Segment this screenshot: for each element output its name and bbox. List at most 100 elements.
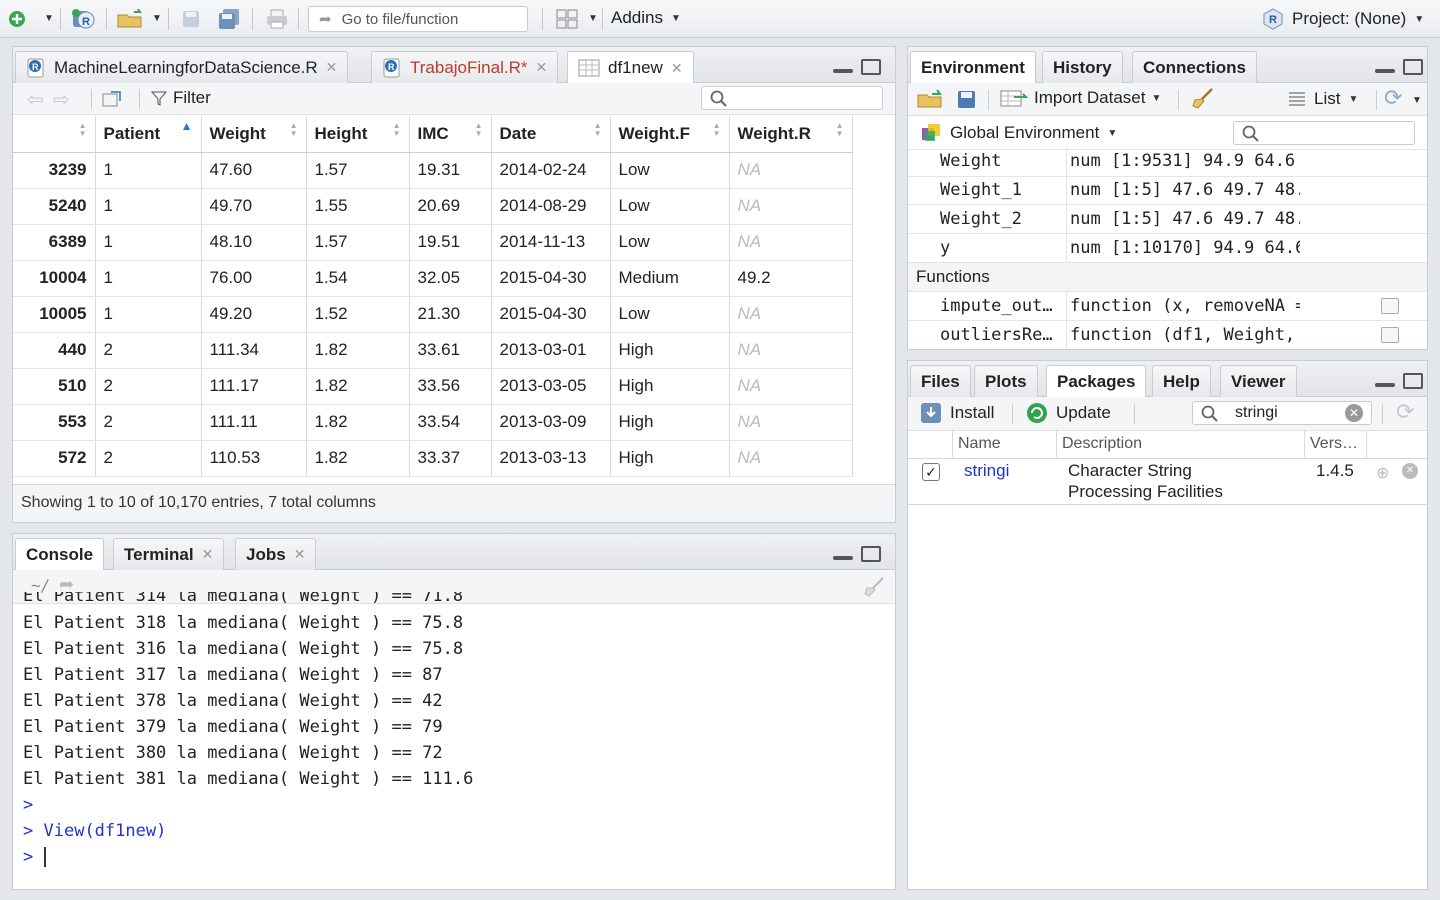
table-row[interactable]: 440 2 111.34 1.82 33.61 2013-03-01 High NA [13,332,853,369]
col-header-weight[interactable]: Weight ▲ ▼ [201,116,307,153]
open-folder-icon[interactable] [116,8,146,30]
col-header-name[interactable]: Name [958,435,1001,453]
table-row[interactable]: 510 2 111.17 1.82 33.56 2013-03-05 High NA [13,368,853,405]
tab-terminal[interactable]: Terminal ✕ [113,538,225,570]
minimize-icon[interactable] [1375,383,1395,387]
table-cell: 2 [95,368,202,405]
popout-icon[interactable] [101,89,123,109]
load-workspace-icon[interactable] [916,88,946,110]
save-icon[interactable] [180,8,202,30]
maximize-icon[interactable] [1403,59,1423,75]
tab-trabajo-final-r[interactable]: R TrabajoFinal.R* ✕ [371,51,559,83]
col-header-description[interactable]: Description [1062,435,1142,453]
chevron-down-icon[interactable]: ▼ [152,13,162,24]
refresh-icon[interactable]: ⟳ [1396,399,1414,425]
tab-df1new[interactable]: df1new ✕ [567,51,694,84]
close-icon[interactable]: ✕ [326,59,338,76]
tab-help[interactable]: Help [1152,365,1211,397]
close-icon[interactable]: ✕ [535,59,547,76]
tab-machine-learning-r[interactable]: R MachineLearningforDataScience.R ✕ [15,51,349,83]
env-function-row[interactable]: outliersRe… function (df1, Weight, Pati… [908,321,1427,349]
table-cell: 2015-04-30 [491,260,611,297]
minimize-icon[interactable] [1375,69,1395,73]
close-icon[interactable]: ✕ [671,60,683,77]
table-row[interactable]: 10005 1 49.20 1.52 21.30 2015-04-30 Low NA [13,296,853,333]
env-var-row[interactable]: Weight_2 num [1:5] 47.6 49.7 48.1 76 4… [908,205,1427,234]
new-project-icon[interactable]: R [70,8,98,30]
table-row[interactable]: 553 2 111.11 1.82 33.54 2013-03-09 High NA [13,404,853,441]
tab-viewer[interactable]: Viewer [1220,365,1297,397]
view-source-icon[interactable] [1381,327,1399,343]
tab-packages[interactable]: Packages [1046,365,1147,398]
refresh-icon[interactable]: ⟳ [1384,85,1402,111]
table-row[interactable]: 6389 1 48.10 1.57 19.51 2014-11-13 Low NA [13,224,853,261]
package-search-input[interactable]: stringi ✕ [1192,401,1372,425]
tab-files[interactable]: Files [910,365,971,397]
remove-package-icon[interactable]: ✕ [1402,463,1418,479]
new-file-icon[interactable] [6,8,28,30]
col-header-date[interactable]: Date ▲ ▼ [491,116,611,153]
save-workspace-icon[interactable] [956,89,978,111]
env-function-row[interactable]: impute_out… function (x, removeNA = TRU… [908,292,1427,321]
env-var-row[interactable]: Weight num [1:9531] 94.9 64.6 61.6 5… [908,147,1427,177]
package-name-link[interactable]: stringi [964,461,1009,481]
chevron-down-icon[interactable]: ▼ [44,13,54,24]
console-input-line[interactable]: > [23,844,895,870]
install-button[interactable]: Install [920,402,994,424]
env-var-row[interactable]: Weight_1 num [1:5] 47.6 49.7 48.1 76 4… [908,176,1427,205]
grid-layout-icon[interactable] [556,8,578,30]
tab-jobs[interactable]: Jobs ✕ [235,538,317,570]
tab-history[interactable]: History [1042,51,1123,83]
minimize-icon[interactable] [833,556,853,560]
project-menu[interactable]: R Project: (None) ▼ [1262,8,1424,30]
chevron-down-icon[interactable]: ▼ [588,13,598,24]
tab-plots[interactable]: Plots [974,365,1038,397]
env-var-value: num [1:10170] 94.9 64.6 119 6… [1070,238,1300,258]
env-var-row[interactable]: y num [1:10170] 94.9 64.6 119 6… [908,234,1427,263]
tab-environment[interactable]: Environment [910,51,1036,84]
filter-button[interactable]: Filter [151,88,211,108]
clear-search-icon[interactable]: ✕ [1345,404,1363,422]
update-button[interactable]: Update [1026,402,1111,424]
package-loaded-checkbox[interactable]: ✓ [922,463,940,481]
close-icon[interactable]: ✕ [294,546,306,563]
maximize-icon[interactable] [1403,373,1423,389]
global-environment-menu[interactable]: Global Environment ▼ [920,122,1117,144]
tab-console[interactable]: Console [15,538,105,571]
view-source-icon[interactable] [1381,298,1399,314]
globe-icon[interactable]: ⊕ [1376,463,1389,483]
chevron-down-icon[interactable]: ▼ [1412,95,1422,106]
environment-panel: Environment History Connections Import D… [907,46,1428,350]
print-icon[interactable] [264,8,290,30]
addins-menu[interactable]: Addins ▼ [611,8,681,28]
minimize-icon[interactable] [833,69,853,73]
close-icon[interactable]: ✕ [202,546,214,563]
col-header-height[interactable]: Height ▲ ▼ [306,116,410,153]
rownames-header[interactable]: ▲ ▼ [13,116,96,153]
table-cell: 1 [95,296,202,333]
back-arrow-icon[interactable]: ⇦ [27,87,44,112]
console-output[interactable]: El Patient 314 la mediana( Weight ) == 7… [23,592,895,889]
forward-arrow-icon[interactable]: ⇨ [53,87,70,112]
go-to-file-input[interactable]: ➦ Go to file/function [308,6,528,32]
table-row[interactable]: 572 2 110.53 1.82 33.37 2013-03-13 High NA [13,440,853,477]
table-cell: 2014-11-13 [491,224,611,261]
table-row[interactable]: 5240 1 49.70 1.55 20.69 2014-08-29 Low NA [13,188,853,225]
col-header-patient[interactable]: Patient ▲ [95,116,202,153]
tab-connections[interactable]: Connections [1132,51,1257,83]
environment-search-input[interactable] [1233,121,1415,145]
col-header-imc[interactable]: IMC ▲ ▼ [409,116,492,153]
broom-icon[interactable] [1190,87,1216,111]
list-view-menu[interactable]: List ▼ [1288,89,1358,109]
col-header-version[interactable]: Vers… [1310,435,1358,453]
save-all-icon[interactable] [216,8,242,30]
col-header-weight-f[interactable]: Weight.F ▲ ▼ [610,116,730,153]
maximize-icon[interactable] [861,59,881,75]
maximize-icon[interactable] [861,546,881,562]
table-row[interactable]: 10004 1 76.00 1.54 32.05 2015-04-30 Medium 49.2 [13,260,853,297]
data-search-input[interactable] [701,86,883,110]
table-cell: Medium [610,260,730,297]
col-header-weight-r[interactable]: Weight.R ▲ ▼ [729,116,853,153]
table-row[interactable]: 3239 1 47.60 1.57 19.31 2014-02-24 Low NA [13,152,853,189]
import-dataset-button[interactable]: Import Dataset ▼ [1000,88,1161,108]
